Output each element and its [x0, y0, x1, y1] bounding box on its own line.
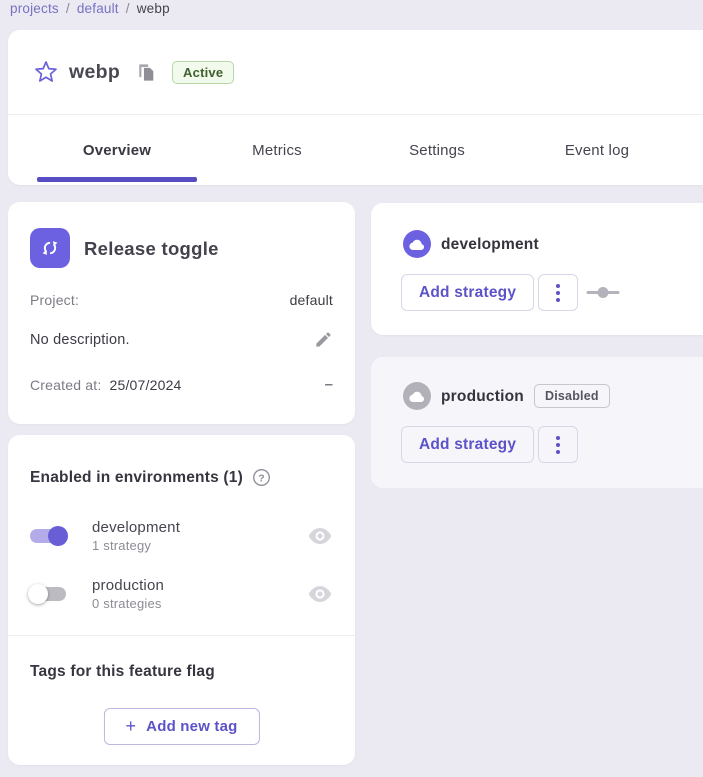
eye-icon[interactable]: [309, 586, 331, 602]
flag-details-card: Release toggle Project: default No descr…: [8, 202, 355, 424]
breadcrumb-default-link[interactable]: default: [77, 1, 119, 16]
created-value: 25/07/2024: [109, 377, 181, 393]
environment-menu-button[interactable]: [538, 274, 578, 311]
help-icon[interactable]: ?: [252, 468, 271, 487]
environment-strategy-count: 1 strategy: [92, 538, 309, 553]
environment-name: production: [92, 577, 309, 594]
tab-bar: Overview Metrics Settings Event log: [37, 115, 677, 185]
tab-event-log[interactable]: Event log: [517, 115, 677, 185]
environments-heading: Enabled in environments (1): [30, 469, 243, 487]
environment-menu-button[interactable]: [538, 426, 578, 463]
active-tab-indicator: [37, 177, 197, 182]
environment-row-production: production 0 strategies: [28, 572, 331, 616]
add-new-tag-label: Add new tag: [146, 718, 237, 735]
breadcrumb-separator: /: [126, 1, 130, 16]
favorite-star-icon[interactable]: [34, 60, 58, 84]
created-extra-dash: –: [325, 376, 333, 393]
panel-divider: [8, 635, 355, 636]
project-row: Project: default: [30, 292, 333, 308]
environment-name: development: [92, 519, 309, 536]
environments-panel: Enabled in environments (1) ? developmen…: [8, 435, 355, 765]
environment-strategy-count: 0 strategies: [92, 596, 309, 611]
strategy-connector-icon: [585, 286, 621, 304]
development-environment-card: development Add strategy: [371, 203, 703, 335]
feature-header-card: webp Active Overview Metrics Settings Ev…: [8, 30, 703, 185]
disabled-badge: Disabled: [534, 384, 610, 408]
environment-row-development: development 1 strategy: [28, 514, 331, 558]
development-toggle[interactable]: [28, 525, 68, 547]
status-badge: Active: [172, 61, 234, 84]
created-row: Created at: 25/07/2024 –: [30, 376, 333, 393]
add-new-tag-button[interactable]: + Add new tag: [103, 708, 259, 745]
tab-metrics[interactable]: Metrics: [197, 115, 357, 185]
production-toggle[interactable]: [28, 583, 68, 605]
description-row: No description.: [30, 330, 333, 349]
project-label: Project:: [30, 292, 79, 308]
eye-icon[interactable]: [309, 528, 331, 544]
svg-text:?: ?: [258, 473, 264, 484]
environment-card-name: production: [441, 388, 524, 406]
tags-heading: Tags for this feature flag: [30, 663, 215, 681]
tab-overview[interactable]: Overview: [37, 115, 197, 185]
created-label: Created at:: [30, 377, 101, 393]
description-text: No description.: [30, 332, 130, 348]
cloud-environment-icon: [403, 382, 431, 410]
add-strategy-button[interactable]: Add strategy: [401, 274, 534, 311]
edit-description-icon[interactable]: [314, 330, 333, 349]
breadcrumb: projects / default / webp: [10, 1, 170, 16]
flag-type-label: Release toggle: [84, 238, 219, 260]
environment-card-name: development: [441, 236, 539, 254]
cloud-environment-icon: [403, 230, 431, 258]
plus-icon: +: [125, 716, 136, 737]
copy-name-icon[interactable]: [138, 63, 155, 82]
page-title: webp: [69, 61, 120, 84]
project-value: default: [290, 292, 333, 308]
release-toggle-icon: [30, 228, 70, 268]
breadcrumb-projects-link[interactable]: projects: [10, 1, 59, 16]
feature-title-row: webp Active: [8, 30, 703, 114]
production-environment-card: production Disabled Add strategy: [371, 357, 703, 488]
breadcrumb-separator: /: [66, 1, 70, 16]
add-strategy-button[interactable]: Add strategy: [401, 426, 534, 463]
breadcrumb-current: webp: [137, 1, 170, 16]
tab-settings[interactable]: Settings: [357, 115, 517, 185]
